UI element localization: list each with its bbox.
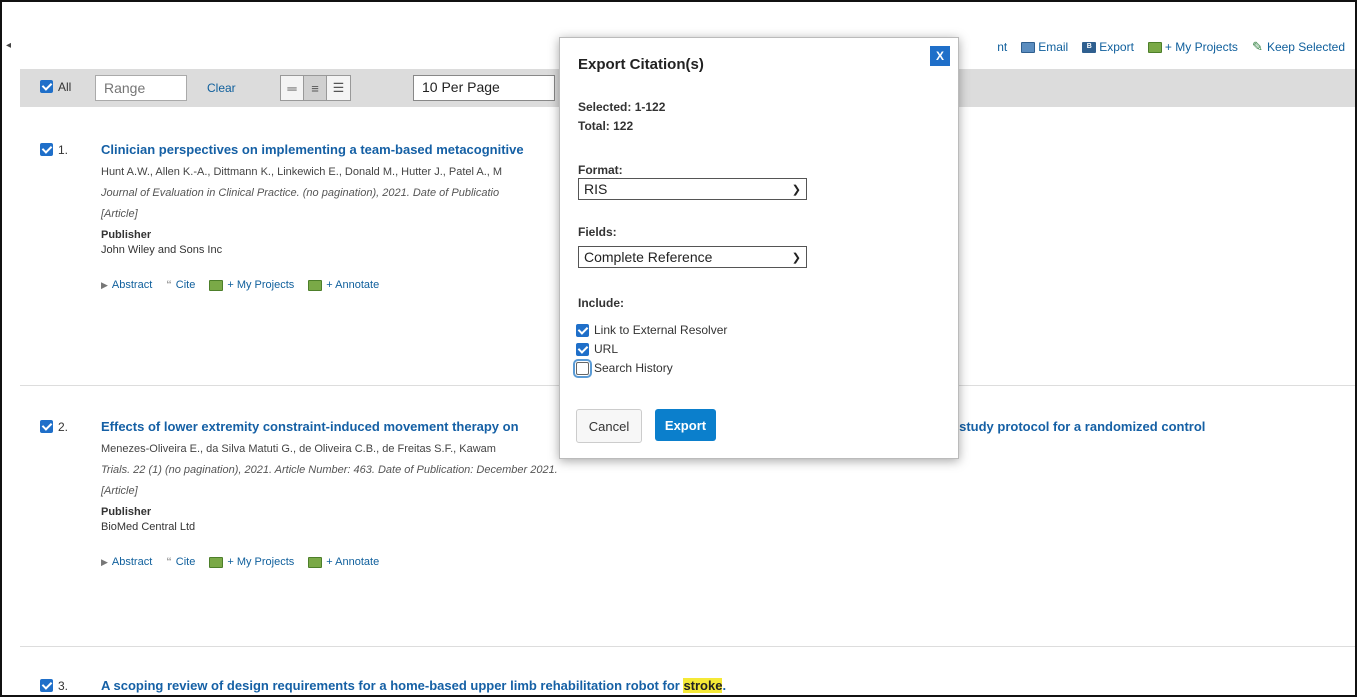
cite-action[interactable]: “Cite — [166, 556, 195, 568]
fields-label: Fields: — [578, 225, 617, 239]
annotate-icon — [308, 556, 323, 568]
view-toggle: ═ ≡ ☰ — [280, 75, 351, 101]
include-label: Include: — [578, 296, 625, 310]
cancel-button[interactable]: Cancel — [576, 409, 642, 443]
dialog-title: Export Citation(s) — [578, 56, 704, 73]
select-all-checkbox[interactable] — [40, 80, 53, 93]
chevron-down-icon: ❯ — [791, 183, 801, 196]
fields-value: Complete Reference — [584, 249, 713, 265]
email-label: Email — [1038, 40, 1069, 54]
export-button[interactable]: Export — [655, 409, 716, 441]
export-citation-dialog: Export Citation(s) X Selected: 1-122 Tot… — [559, 37, 959, 459]
result-checkbox[interactable] — [40, 679, 53, 692]
keep-selected-label: Keep Selected — [1266, 40, 1345, 54]
view-title-only-icon[interactable]: ═ — [281, 76, 304, 100]
title-text-end: . — [722, 678, 727, 693]
title-text: A scoping review of design requirements … — [101, 678, 684, 693]
keep-icon: ✎ — [1251, 38, 1263, 54]
include-search-history[interactable]: Search History — [573, 358, 673, 378]
result-actions: ▶ Abstract “Cite + My Projects + Annotate — [101, 556, 1351, 568]
publisher-name: BioMed Central Ltd — [101, 521, 196, 533]
expand-triangle-icon: ▶ — [101, 556, 108, 567]
partial-action-label: nt — [997, 40, 1008, 54]
result-number: 1. — [58, 143, 69, 157]
total-count: Total: 122 — [578, 119, 634, 133]
annotate-label: + Annotate — [326, 279, 380, 291]
abstract-label: Abstract — [111, 279, 153, 291]
format-value: RIS — [584, 181, 608, 197]
keep-selected-action[interactable]: ✎ Keep Selected — [1251, 38, 1345, 55]
search-history-checkbox[interactable] — [573, 358, 592, 378]
result-source: Trials. 22 (1) (no pagination), 2021. Ar… — [101, 464, 558, 476]
per-page-value: 10 Per Page — [422, 79, 500, 95]
folder-add-icon — [209, 279, 224, 291]
view-standard-icon[interactable]: ≡ — [304, 76, 327, 100]
close-button[interactable]: X — [930, 46, 950, 66]
quote-icon: “ — [166, 279, 172, 291]
export-label: Export — [1099, 40, 1134, 54]
cite-action[interactable]: “Cite — [166, 279, 195, 291]
top-actions: nt Email B Export + My Projects ✎ Keep Sel… — [997, 38, 1345, 55]
add-to-projects-action[interactable]: + My Projects — [209, 556, 294, 568]
selected-count: Selected: 1-122 — [578, 100, 666, 114]
annotate-action[interactable]: + Annotate — [308, 556, 379, 568]
result-body: A scoping review of design requirements … — [101, 678, 1351, 693]
result-number: 3. — [58, 679, 69, 693]
url-label: URL — [594, 342, 619, 356]
email-action[interactable]: Email — [1021, 40, 1068, 54]
format-select[interactable]: RIS ❯ — [578, 178, 807, 200]
format-label: Format: — [578, 163, 623, 177]
export-action[interactable]: B Export — [1082, 40, 1134, 54]
chevron-down-icon: ❯ — [791, 251, 801, 264]
result-title[interactable]: A scoping review of design requirements … — [101, 678, 1351, 693]
title-highlight: stroke — [683, 678, 723, 693]
external-resolver-checkbox[interactable] — [576, 323, 589, 337]
folder-add-icon — [1147, 41, 1162, 53]
url-checkbox[interactable] — [576, 342, 589, 356]
range-input[interactable] — [95, 75, 187, 101]
collapse-arrow-icon[interactable]: ◂ — [6, 40, 11, 51]
export-icon: B — [1082, 41, 1097, 53]
title-text: Effects of lower extremity constraint-in… — [101, 419, 519, 434]
external-resolver-label: Link to External Resolver — [594, 323, 728, 337]
abstract-toggle[interactable]: ▶ Abstract — [101, 556, 152, 568]
cite-label: Cite — [175, 279, 196, 291]
result-type: [Article] — [101, 485, 138, 497]
my-projects-label: + My Projects — [1164, 40, 1238, 54]
per-page-select[interactable]: 10 Per Page — [413, 75, 555, 101]
fields-select[interactable]: Complete Reference ❯ — [578, 246, 807, 268]
partial-action[interactable]: nt — [997, 40, 1007, 54]
search-history-label: Search History — [594, 361, 673, 375]
add-to-projects-label: + My Projects — [227, 279, 295, 291]
app-frame: ◂ nt Email B Export + My Projects ✎ Keep S… — [0, 0, 1357, 697]
annotate-label: + Annotate — [326, 556, 380, 568]
include-external-resolver[interactable]: Link to External Resolver — [576, 323, 727, 337]
annotate-action[interactable]: + Annotate — [308, 279, 379, 291]
result-divider — [20, 646, 1355, 647]
email-icon — [1021, 41, 1036, 53]
add-to-projects-action[interactable]: + My Projects — [209, 279, 294, 291]
folder-add-icon — [209, 556, 224, 568]
select-all-label: All — [58, 80, 72, 94]
cite-label: Cite — [175, 556, 196, 568]
result-number: 2. — [58, 420, 69, 434]
my-projects-action[interactable]: + My Projects — [1147, 40, 1238, 54]
view-full-icon[interactable]: ☰ — [327, 76, 350, 100]
quote-icon: “ — [166, 556, 172, 568]
result-checkbox[interactable] — [40, 420, 53, 433]
clear-link[interactable]: Clear — [207, 81, 236, 95]
include-url[interactable]: URL — [576, 342, 618, 356]
result-checkbox[interactable] — [40, 143, 53, 156]
publisher-heading: Publisher — [101, 506, 152, 518]
abstract-label: Abstract — [111, 556, 153, 568]
annotate-icon — [308, 279, 323, 291]
expand-triangle-icon: ▶ — [101, 279, 108, 290]
abstract-toggle[interactable]: ▶ Abstract — [101, 279, 152, 291]
add-to-projects-label: + My Projects — [227, 556, 295, 568]
